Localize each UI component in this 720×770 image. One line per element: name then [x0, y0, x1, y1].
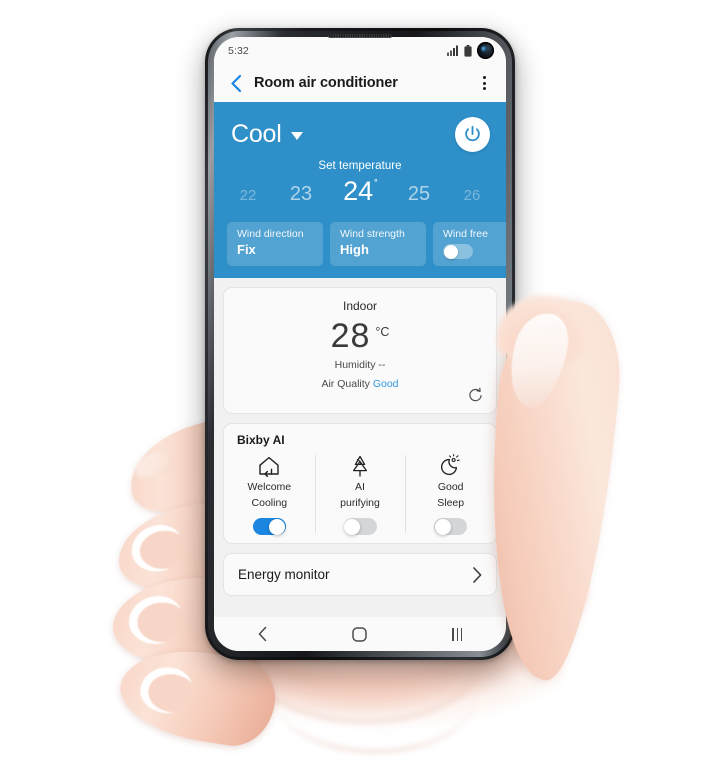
toggle-knob: [344, 518, 360, 535]
temp-option-26[interactable]: 26: [447, 187, 497, 204]
chip-wind-direction-label: Wind direction: [237, 228, 304, 240]
ai-purifying-tree-icon: [347, 453, 373, 478]
temp-option-22[interactable]: 22: [223, 187, 273, 204]
ac-control-panel: Cool Set temperature 22 23 24˚ 25 26 Win…: [214, 102, 506, 278]
caret-down-icon: [290, 132, 303, 140]
chip-wind-strength-label: Wind strength: [340, 228, 405, 240]
kebab-dot: [482, 76, 486, 79]
chip-wind-free[interactable]: Wind free: [433, 222, 506, 266]
temp-option-25[interactable]: 25: [391, 183, 447, 206]
indoor-temperature-unit: °C: [375, 325, 390, 339]
nav-back-button[interactable]: [238, 619, 288, 649]
chip-wind-strength-value: High: [340, 242, 369, 257]
temp-option-23[interactable]: 23: [273, 183, 329, 206]
recents-bar: [460, 627, 463, 641]
temp-selected-value: 24: [343, 176, 374, 206]
earpiece-speaker: [328, 34, 392, 38]
ai-purifying-toggle[interactable]: [343, 518, 377, 535]
indoor-temperature-value: 28: [330, 317, 371, 355]
nav-recents-button[interactable]: [432, 619, 482, 649]
kebab-dot: [482, 81, 486, 85]
chip-wind-direction[interactable]: Wind direction Fix: [227, 222, 323, 266]
toggle-knob: [269, 518, 286, 535]
bixby-ai-grid: Welcome Cooling AI purifying Good Sleep: [224, 453, 496, 535]
humidity-label: Humidity: [334, 359, 376, 371]
quick-settings-chips: Wind direction Fix Wind strength High Wi…: [214, 222, 506, 266]
android-nav-bar: [214, 617, 506, 651]
status-time: 5:32: [228, 44, 249, 57]
good-sleep-toggle[interactable]: [434, 518, 468, 535]
indoor-temperature-row: 28 °C: [224, 318, 496, 354]
phone-screen: 5:32 Room air conditioner Cool Set tempe…: [214, 37, 506, 651]
chip-wind-free-label: Wind free: [443, 228, 488, 240]
wind-free-toggle[interactable]: [443, 244, 473, 259]
kebab-dot: [482, 87, 486, 90]
energy-monitor-label: Energy monitor: [238, 567, 330, 582]
nav-home-button[interactable]: [335, 619, 385, 649]
air-quality-label: Air Quality: [321, 378, 370, 390]
mode-label: Cool: [231, 119, 282, 148]
mode-row: Cool: [214, 112, 506, 156]
indoor-title: Indoor: [342, 299, 378, 313]
chevron-right-icon: [473, 566, 482, 583]
welcome-cooling-home-icon: [256, 453, 282, 478]
nav-back-icon: [258, 626, 266, 642]
back-button[interactable]: [223, 70, 249, 96]
bixby-label-line2: purifying: [340, 497, 380, 509]
chip-wind-direction-value: Fix: [237, 242, 256, 257]
bixby-label-line1: Good: [437, 481, 464, 493]
battery-icon: [464, 44, 472, 57]
indoor-humidity-row: Humidity --: [224, 358, 496, 373]
bixby-ai-card: Bixby AI Welcome Cooling AI purifying Go…: [223, 423, 497, 544]
degree-symbol: ˚: [374, 179, 378, 191]
toggle-knob: [434, 518, 451, 535]
bixby-item-ai-purifying[interactable]: AI purifying: [314, 453, 406, 535]
bixby-item-welcome-cooling[interactable]: Welcome Cooling: [224, 453, 315, 535]
power-icon: [465, 125, 480, 141]
content-area: Indoor 28 °C Humidity -- Air Quality Goo…: [214, 278, 506, 617]
temp-option-24-selected[interactable]: 24˚: [329, 176, 391, 207]
phone-device: 5:32 Room air conditioner Cool Set tempe…: [205, 28, 515, 660]
chevron-left-icon: [230, 74, 241, 92]
set-temperature-label: Set temperature: [318, 160, 402, 172]
recents-bar: [452, 627, 455, 641]
chip-wind-strength[interactable]: Wind strength High: [330, 222, 426, 266]
indoor-air-quality-row: Air Quality Good: [224, 377, 496, 392]
bixby-label-line1: Welcome: [247, 481, 292, 493]
bixby-label-line2: Sleep: [437, 497, 465, 509]
bixby-label-line2: Cooling: [251, 497, 288, 509]
refresh-button[interactable]: [467, 387, 485, 405]
app-bar: Room air conditioner: [214, 64, 506, 102]
mode-selector[interactable]: Cool: [231, 120, 303, 149]
status-icons: [447, 42, 494, 59]
bixby-item-good-sleep[interactable]: Good Sleep: [405, 453, 496, 535]
toggle-knob: [443, 244, 458, 259]
bixby-label-line1: AI: [355, 481, 365, 493]
energy-monitor-row[interactable]: Energy monitor: [223, 553, 497, 596]
temperature-slider[interactable]: 22 23 24˚ 25 26: [214, 176, 506, 210]
indoor-status-card: Indoor 28 °C Humidity -- Air Quality Goo…: [223, 287, 497, 414]
scene: 5:32 Room air conditioner Cool Set tempe…: [0, 0, 720, 770]
signal-bars-icon: [447, 45, 458, 56]
humidity-value: --: [378, 359, 386, 371]
nav-recents-icon: [452, 627, 463, 641]
welcome-cooling-toggle[interactable]: [252, 518, 286, 535]
page-title: Room air conditioner: [254, 75, 398, 91]
power-button[interactable]: [455, 116, 490, 152]
good-sleep-moon-icon: [438, 453, 464, 478]
refresh-icon: [469, 387, 482, 402]
nav-home-icon: [352, 626, 368, 642]
status-bar: 5:32: [214, 37, 506, 64]
front-camera-punch-hole: [477, 42, 494, 59]
recents-bar: [456, 627, 459, 641]
bixby-ai-title: Bixby AI: [237, 433, 285, 447]
more-options-button[interactable]: [473, 70, 495, 96]
air-quality-value: Good: [372, 378, 399, 390]
